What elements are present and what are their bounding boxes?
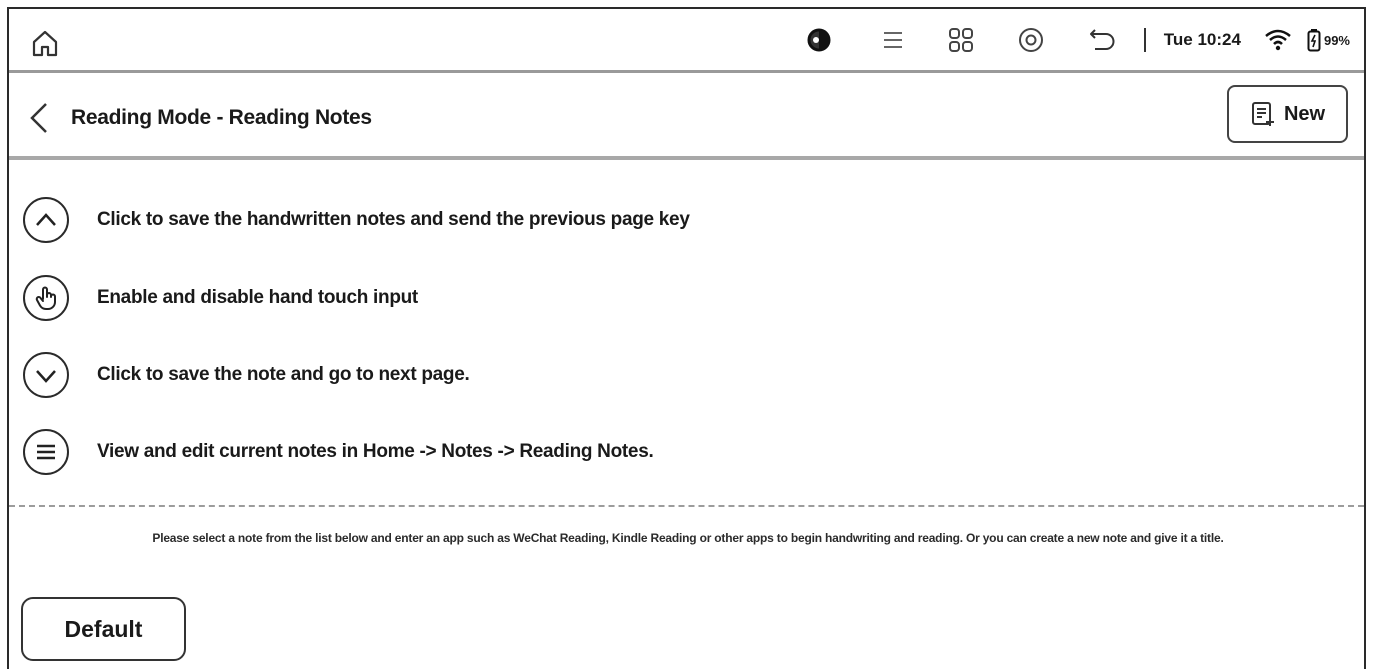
instruction-text: Please select a note from the list below…	[152, 531, 1224, 545]
clock-text: Tue 10:24	[1163, 30, 1241, 49]
contrast-icon[interactable]	[804, 27, 834, 53]
dashed-divider	[9, 505, 1364, 507]
chevron-up-icon	[23, 197, 69, 243]
home-icon[interactable]	[29, 27, 61, 59]
battery-icon	[1307, 28, 1321, 52]
new-note-icon	[1251, 102, 1274, 126]
note-item-default[interactable]: Default	[21, 597, 186, 661]
battery-percent: 99%	[1323, 32, 1350, 48]
app-window: Tue 10:24 99% Reading Mode - Reading Not…	[7, 7, 1366, 669]
page-header: Reading Mode - Reading Notes New	[9, 73, 1364, 159]
help-text: Enable and disable hand touch input	[97, 287, 418, 308]
help-row-previous-page: Click to save the handwritten notes and …	[23, 195, 690, 245]
note-item-label: Default	[64, 615, 143, 642]
chevron-down-icon	[23, 352, 69, 398]
back-chevron-icon[interactable]	[27, 101, 51, 135]
apps-icon[interactable]	[946, 26, 976, 54]
help-row-view-notes: View and edit current notes in Home -> N…	[23, 427, 654, 477]
help-row-hand-touch: Enable and disable hand touch input	[23, 273, 418, 323]
new-note-button[interactable]: New	[1227, 85, 1348, 143]
help-row-next-page: Click to save the note and go to next pa…	[23, 350, 470, 400]
header-divider	[9, 156, 1364, 160]
list-menu-icon	[23, 429, 69, 475]
help-text: Click to save the note and go to next pa…	[97, 364, 470, 385]
new-button-label: New	[1283, 102, 1326, 125]
settings-icon[interactable]	[1016, 26, 1046, 54]
help-text: View and edit current notes in Home -> N…	[97, 441, 654, 462]
status-separator	[1143, 28, 1146, 52]
hand-touch-icon	[23, 275, 69, 321]
status-bar: Tue 10:24 99%	[9, 9, 1364, 71]
back-arrow-icon[interactable]	[1086, 26, 1120, 54]
help-text: Click to save the handwritten notes and …	[97, 209, 690, 230]
wifi-icon	[1263, 28, 1293, 52]
menu-icon[interactable]	[878, 27, 908, 53]
page-title: Reading Mode - Reading Notes	[71, 106, 372, 129]
